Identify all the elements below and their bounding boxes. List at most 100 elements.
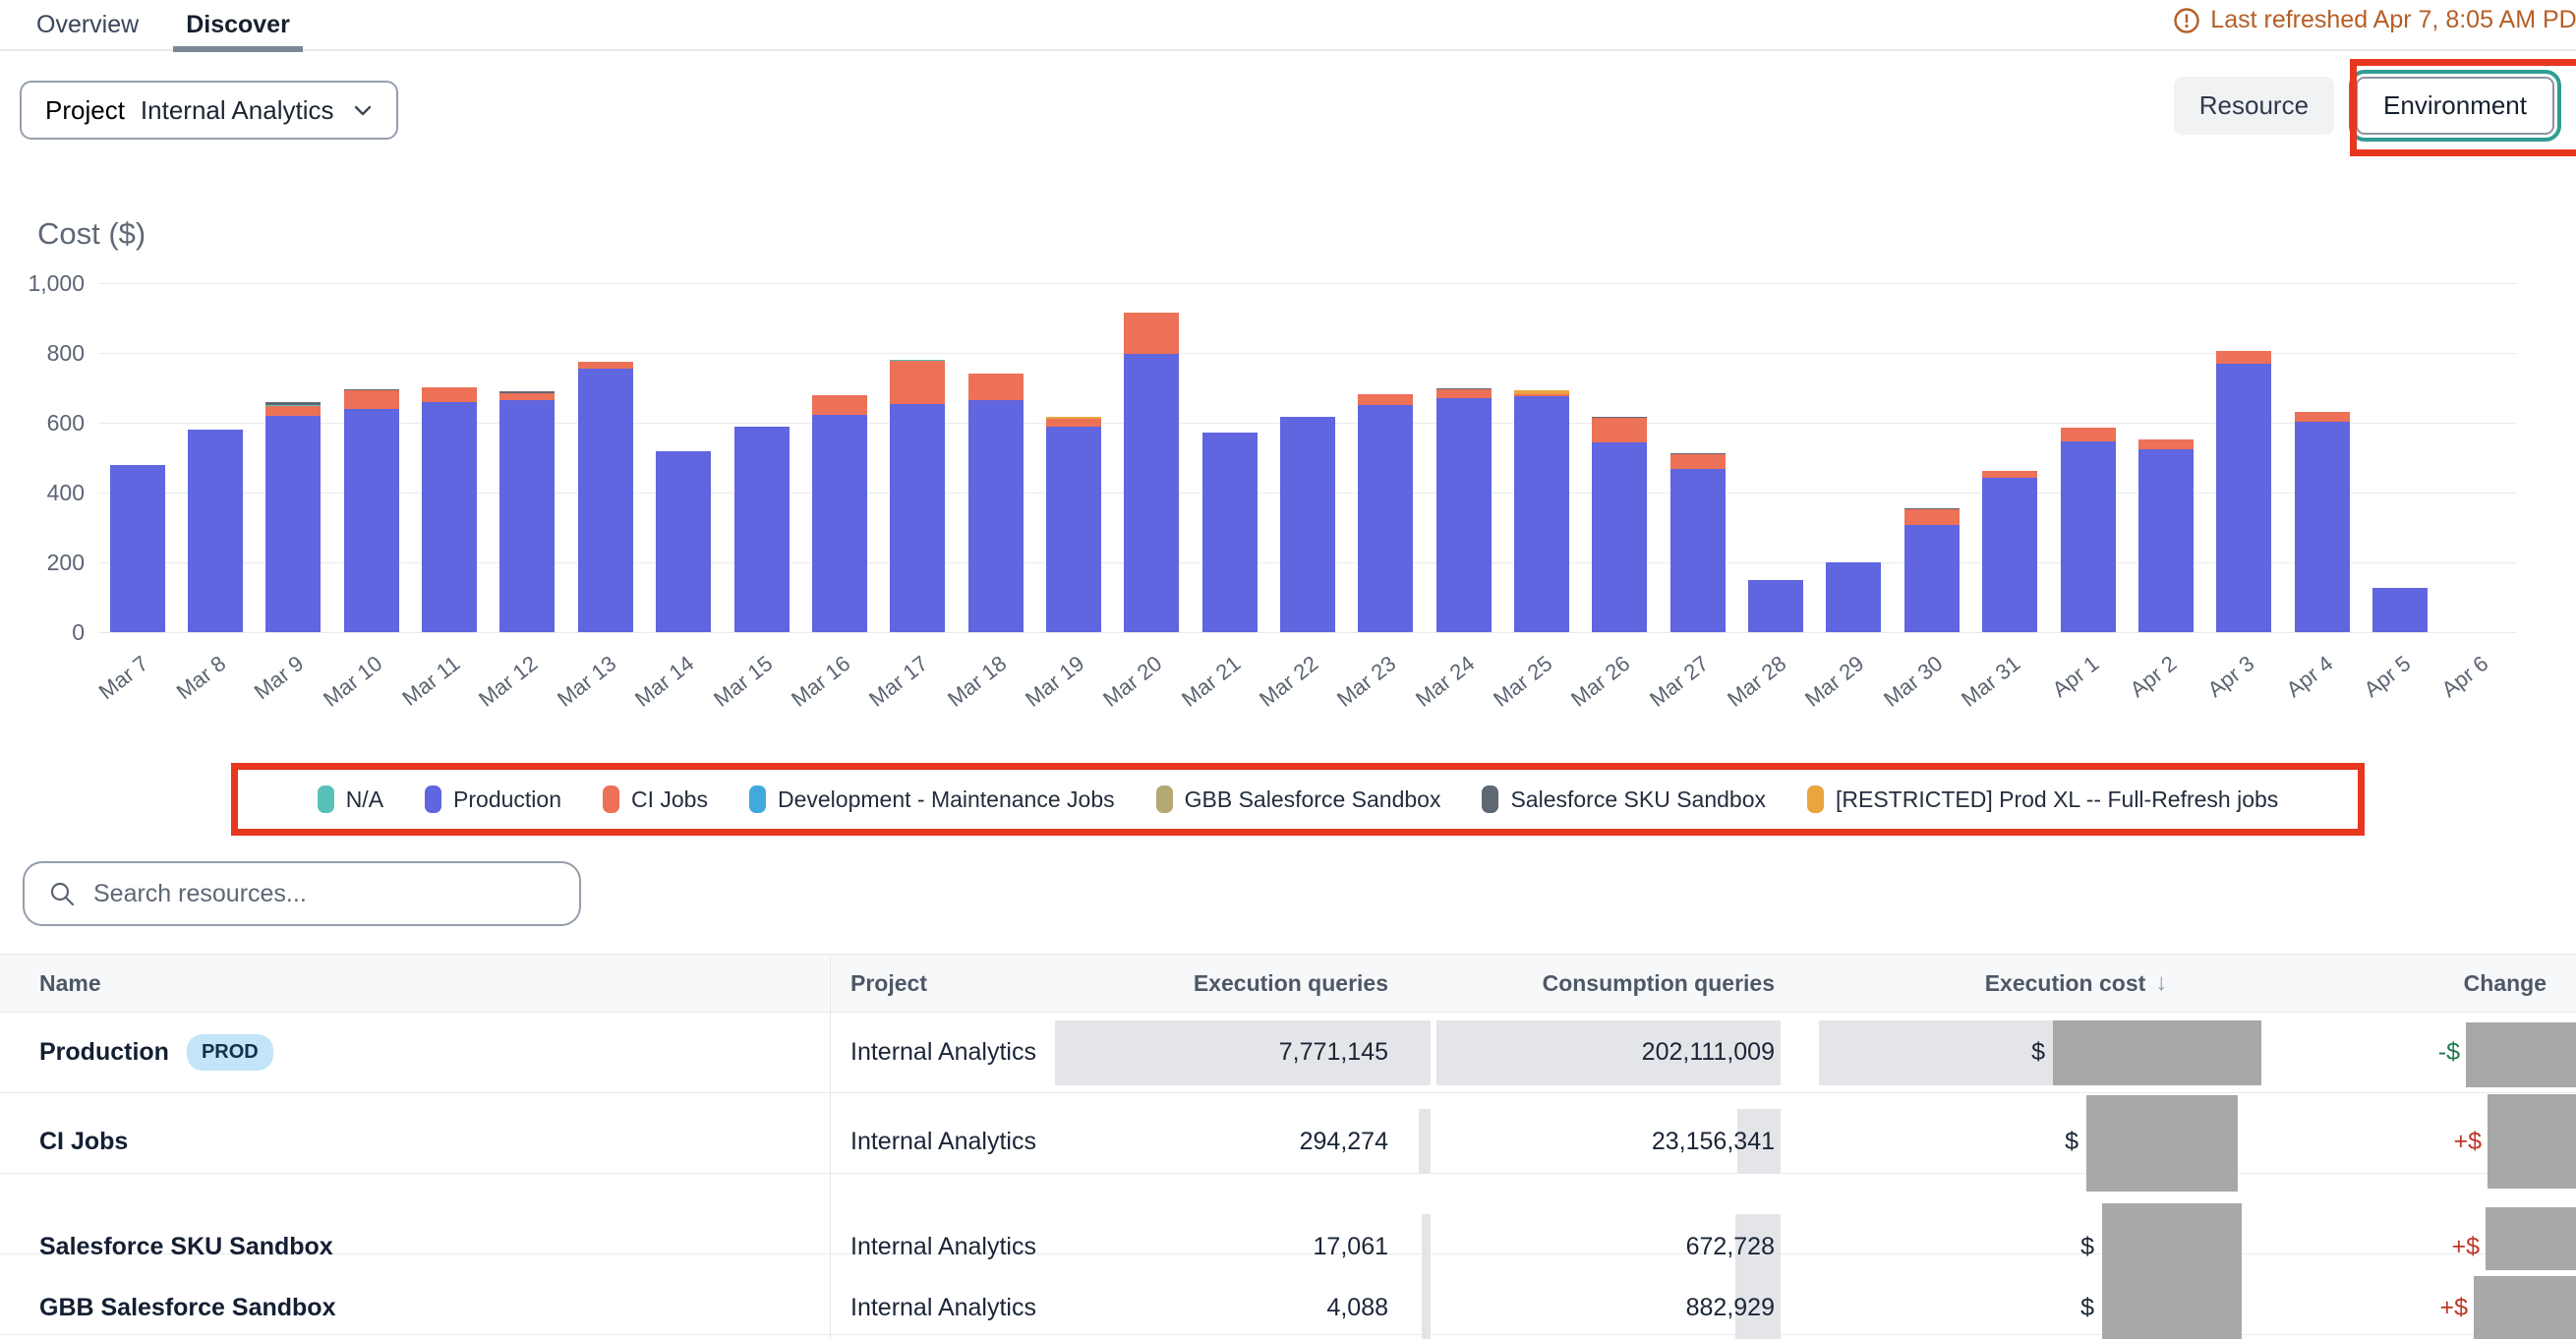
x-axis-tick-label: Mar 8 <box>141 651 231 729</box>
legend-swatch-icon <box>1482 786 1498 813</box>
bar-segment[interactable] <box>265 402 321 405</box>
bar-segment[interactable] <box>968 374 1024 400</box>
bar-segment[interactable] <box>734 427 790 632</box>
gridline <box>98 283 2517 284</box>
bar-segment[interactable] <box>1670 453 1726 454</box>
bar-segment[interactable] <box>2138 439 2194 449</box>
bar-segment[interactable] <box>1904 508 1960 509</box>
bar-segment[interactable] <box>1202 433 1258 632</box>
bar-segment[interactable] <box>1982 478 2037 632</box>
bar-segment[interactable] <box>1046 419 1101 428</box>
x-axis-tick-label: Apr 2 <box>2091 651 2182 729</box>
bar-segment[interactable] <box>1748 580 1803 632</box>
column-header-consumption-queries[interactable]: Consumption queries <box>1421 955 1804 1012</box>
bar-segment[interactable] <box>1046 417 1101 418</box>
column-header-execution-queries[interactable]: Execution queries <box>1052 955 1421 1012</box>
bar-segment[interactable] <box>265 405 321 406</box>
bar-segment[interactable] <box>1670 454 1726 469</box>
bar-segment[interactable] <box>1904 525 1960 632</box>
bar-segment[interactable] <box>1358 405 1413 632</box>
column-header-name[interactable]: Name <box>0 955 831 1012</box>
bar-segment[interactable] <box>1436 398 1492 632</box>
bar-segment[interactable] <box>110 465 165 632</box>
bar-segment[interactable] <box>1514 394 1569 396</box>
redacted-cost-value <box>2102 1249 2242 1339</box>
gridline <box>98 632 2517 633</box>
column-header-project[interactable]: Project <box>831 955 1052 1012</box>
legend-item[interactable]: GBB Salesforce Sandbox <box>1156 786 1441 813</box>
redacted-cost-value <box>2086 1095 2238 1192</box>
column-header-change[interactable]: Change <box>2291 955 2576 1012</box>
change-cell: -$ <box>2291 1013 2576 1092</box>
legend-item[interactable]: Production <box>425 786 561 813</box>
bar-segment[interactable] <box>1592 442 1647 632</box>
legend-item[interactable]: CI Jobs <box>603 786 708 813</box>
x-axis-tick-label: Mar 23 <box>1312 651 1402 729</box>
bar-segment[interactable] <box>2295 412 2350 421</box>
bar-segment[interactable] <box>578 369 633 632</box>
bar-segment[interactable] <box>1436 389 1492 399</box>
bar-segment[interactable] <box>344 389 399 391</box>
legend-item[interactable]: [RESTRICTED] Prod XL -- Full-Refresh job… <box>1807 786 2278 813</box>
bar-segment[interactable] <box>2216 351 2271 364</box>
bar-segment[interactable] <box>188 430 243 632</box>
bar-segment[interactable] <box>344 390 399 408</box>
redacted-change-value <box>2474 1276 2576 1339</box>
x-axis-tick-label: Mar 20 <box>1078 651 1168 729</box>
bar-segment[interactable] <box>1592 417 1647 418</box>
bar-segment[interactable] <box>890 404 945 632</box>
bar-segment[interactable] <box>1826 562 1881 632</box>
bar-segment[interactable] <box>1124 313 1179 354</box>
bar-segment[interactable] <box>1982 471 2037 478</box>
environment-badge: PROD <box>187 1034 273 1071</box>
bar-segment[interactable] <box>265 416 321 632</box>
bar-segment[interactable] <box>1670 469 1726 632</box>
bar-segment[interactable] <box>499 400 555 632</box>
bar-segment[interactable] <box>2061 428 2116 441</box>
bar-segment[interactable] <box>890 361 945 404</box>
resource-name-cell[interactable]: GBB Salesforce Sandbox <box>0 1254 831 1339</box>
x-axis-tick-label: Mar 17 <box>844 651 934 729</box>
change-sign: +$ <box>2453 1128 2482 1156</box>
search-input[interactable] <box>93 880 556 908</box>
legend-item[interactable]: Salesforce SKU Sandbox <box>1482 786 1766 813</box>
bar-segment[interactable] <box>265 406 321 416</box>
bar-segment[interactable] <box>812 395 867 416</box>
bar-segment[interactable] <box>578 362 633 369</box>
bar-segment[interactable] <box>1436 388 1492 389</box>
execution-cost-cell: $ <box>1804 1013 2291 1092</box>
bar-segment[interactable] <box>890 360 945 361</box>
bar-segment[interactable] <box>2372 588 2428 632</box>
bar-segment[interactable] <box>422 402 477 632</box>
bar-segment[interactable] <box>499 391 555 392</box>
resource-name-cell[interactable]: ProductionPROD <box>0 1013 831 1092</box>
bar-segment[interactable] <box>812 415 867 632</box>
bar-segment[interactable] <box>968 400 1024 632</box>
bar-segment[interactable] <box>499 393 555 400</box>
bar-segment[interactable] <box>1124 354 1179 632</box>
bar-segment[interactable] <box>1514 390 1569 394</box>
bar-segment[interactable] <box>1904 509 1960 524</box>
consumption-queries-value: 672,728 <box>1686 1233 1775 1261</box>
table-header-row: Name Project Execution queries Consumpti… <box>0 954 2576 1013</box>
bar-segment[interactable] <box>2138 449 2194 632</box>
bar-segment[interactable] <box>344 409 399 632</box>
bar-segment[interactable] <box>1514 396 1569 632</box>
bar-segment[interactable] <box>1046 427 1101 632</box>
execution-queries-cell: 7,771,145 <box>1052 1013 1421 1092</box>
bar-segment[interactable] <box>2216 364 2271 632</box>
table-row[interactable]: CI JobsInternal Analytics294,27423,156,3… <box>0 1093 2576 1174</box>
legend-item[interactable]: N/A <box>318 786 383 813</box>
legend-item[interactable]: Development - Maintenance Jobs <box>749 786 1115 813</box>
bar-segment[interactable] <box>2295 422 2350 632</box>
bar-segment[interactable] <box>656 451 711 632</box>
legend-swatch-icon <box>425 786 441 813</box>
bar-segment[interactable] <box>2061 441 2116 632</box>
bar-segment[interactable] <box>1280 417 1335 632</box>
table-row[interactable]: GBB Salesforce SandboxInternal Analytics… <box>0 1254 2576 1335</box>
table-row[interactable]: ProductionPRODInternal Analytics7,771,14… <box>0 1013 2576 1093</box>
bar-segment[interactable] <box>1592 418 1647 442</box>
column-header-execution-cost[interactable]: Execution cost↓ <box>1804 955 2291 1012</box>
bar-segment[interactable] <box>422 387 477 402</box>
bar-segment[interactable] <box>1358 394 1413 406</box>
